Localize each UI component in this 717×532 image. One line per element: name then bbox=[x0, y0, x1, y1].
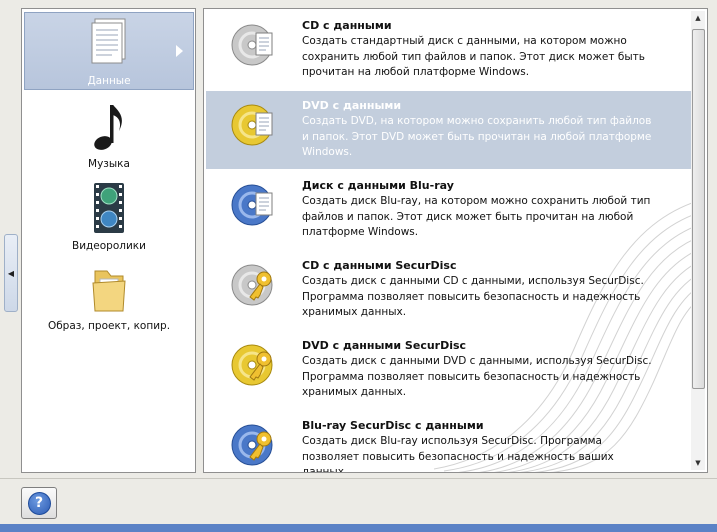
collapse-panel-handle[interactable]: ◀ bbox=[4, 234, 18, 312]
triangle-right-icon bbox=[176, 45, 183, 57]
scroll-down-arrow-icon[interactable]: ▼ bbox=[691, 456, 705, 470]
cd-data-icon bbox=[231, 24, 273, 66]
list-item-bluray-data[interactable]: Диск с данными Blu-ray Создать диск Blu-… bbox=[206, 171, 691, 249]
scroll-thumb[interactable] bbox=[692, 29, 705, 389]
list-item-title: Blu-ray SecurDisc с данными bbox=[302, 419, 484, 432]
vertical-scrollbar[interactable]: ▲ ▼ bbox=[691, 11, 705, 470]
list-item-description: Создать стандартный диск с данными, на к… bbox=[302, 35, 645, 78]
footer-divider bbox=[0, 478, 717, 479]
help-icon: ? bbox=[27, 491, 51, 515]
sidebar-item-data[interactable]: Данные bbox=[24, 12, 194, 90]
sidebar-item-label: Образ, проект, копир. bbox=[47, 320, 171, 332]
list-item-description: Создать DVD, на котором можно сохранить … bbox=[302, 115, 652, 158]
sidebar-item-label: Музыка bbox=[88, 158, 130, 170]
document-icon bbox=[91, 18, 126, 64]
sidebar-item-image-project-copy[interactable]: Образ, проект, копир. bbox=[24, 263, 194, 341]
dvd-data-icon bbox=[231, 104, 273, 146]
list-item-title: CD с данными SecurDisc bbox=[302, 259, 457, 272]
list-item-title: DVD с данными bbox=[302, 99, 402, 112]
scroll-up-arrow-icon[interactable]: ▲ bbox=[691, 11, 705, 25]
cd-securdisc-icon bbox=[231, 264, 273, 306]
list-item-title: CD с данными bbox=[302, 19, 392, 32]
list-item-dvd-securdisc[interactable]: DVD с данными SecurDisc Создать диск с д… bbox=[206, 331, 691, 409]
list-item-description: Создать диск с данными CD с данными, исп… bbox=[302, 275, 644, 318]
list-item-description: Создать диск с данными DVD с данными, ис… bbox=[302, 355, 652, 398]
bluray-data-icon bbox=[231, 184, 273, 226]
list-item-bluray-securdisc[interactable]: Blu-ray SecurDisc с данными Создать диск… bbox=[206, 411, 691, 473]
list-item-description: Создать диск Blu-ray используя SecurDisc… bbox=[302, 435, 614, 473]
list-item-cd-data[interactable]: CD с данными Создать стандартный диск с … bbox=[206, 11, 691, 89]
list-item-dvd-data[interactable]: DVD с данными Создать DVD, на котором мо… bbox=[206, 91, 691, 169]
list-item-title: DVD с данными SecurDisc bbox=[302, 339, 467, 352]
help-button[interactable]: ? bbox=[21, 487, 57, 519]
folder-icon bbox=[92, 270, 126, 312]
list-item-cd-securdisc[interactable]: CD с данными SecurDisc Создать диск с да… bbox=[206, 251, 691, 329]
sidebar-item-music[interactable]: Музыка bbox=[24, 101, 194, 175]
window-bottom-edge bbox=[0, 524, 717, 532]
music-note-icon bbox=[94, 105, 122, 150]
sidebar-item-label: Данные bbox=[87, 75, 131, 87]
sidebar-item-label: Видеоролики bbox=[72, 240, 146, 252]
category-sidebar: Данные Музыка Видеоролики Образ, проект,… bbox=[21, 8, 196, 473]
list-item-description: Создать диск Blu-ray, на котором можно с… bbox=[302, 195, 651, 238]
triangle-left-icon: ◀ bbox=[7, 268, 15, 278]
film-reel-icon bbox=[94, 183, 124, 233]
sidebar-item-videos[interactable]: Видеоролики bbox=[24, 181, 194, 257]
dvd-securdisc-icon bbox=[231, 344, 273, 386]
project-list: CD с данными Создать стандартный диск с … bbox=[203, 8, 708, 473]
list-item-title: Диск с данными Blu-ray bbox=[302, 179, 454, 192]
bluray-securdisc-icon bbox=[231, 424, 273, 466]
